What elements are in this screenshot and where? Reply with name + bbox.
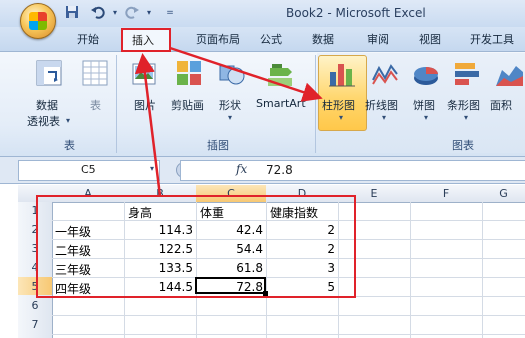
- annotation-arrows: [134, 46, 323, 197]
- office-button[interactable]: [20, 3, 56, 39]
- arrow-to-insert-tab: [134, 53, 162, 197]
- arrow-to-column-chart: [169, 46, 323, 102]
- office-logo-icon: [29, 12, 47, 30]
